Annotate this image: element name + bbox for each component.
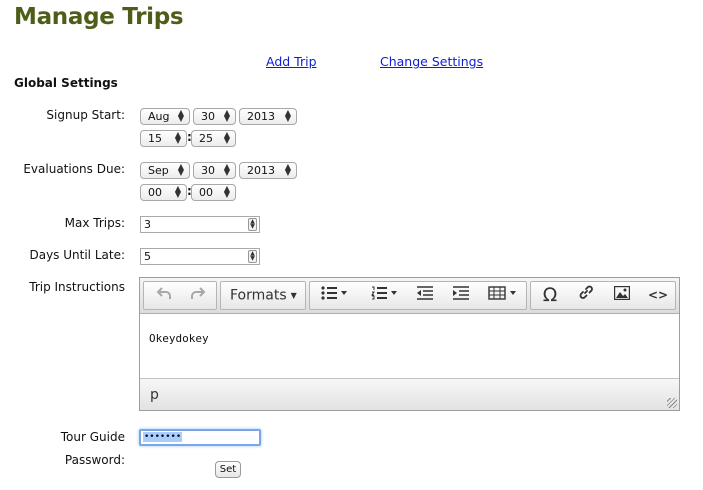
evaluations-due-day-select[interactable]: 30 ▲ ▼ [193, 162, 236, 179]
rich-text-editor[interactable]: Formats ▼ Ω <> Okeydokey p [139, 277, 680, 411]
trip-instructions-label: Trip Instructions [29, 280, 125, 294]
evaluations-due-hour-value: 00 [148, 186, 162, 199]
evaluations-due-label: Evaluations Due: [23, 162, 125, 176]
signup-start-hour-value: 15 [148, 132, 162, 145]
formats-group: Formats ▼ [220, 281, 306, 310]
evaluations-due-minute-value: 00 [199, 186, 213, 199]
special-char-icon[interactable]: Ω [535, 282, 565, 309]
days-until-late-label: Days Until Late: [29, 248, 125, 262]
add-trip-link[interactable]: Add Trip [266, 54, 317, 69]
evaluations-due-year-select[interactable]: 2013 ▲ ▼ [239, 162, 297, 179]
spinner-icon[interactable]: ▲ ▼ [248, 218, 257, 231]
select-arrows-icon: ▲ ▼ [223, 130, 230, 145]
formats-label: Formats [230, 287, 287, 304]
table-icon[interactable] [484, 282, 522, 309]
tour-guide-password-label-line2: Password: [64, 453, 125, 467]
indent-icon[interactable] [448, 282, 474, 309]
editor-content[interactable]: Okeydokey [140, 315, 679, 379]
evaluations-due-day-value: 30 [201, 164, 215, 177]
spinner-icon[interactable]: ▲ ▼ [248, 250, 257, 263]
select-arrows-icon: ▲ ▼ [284, 108, 291, 123]
max-trips-label: Max Trips: [64, 216, 125, 230]
tour-guide-password-input[interactable]: ••••••• [139, 429, 261, 446]
numbered-list-icon[interactable] [366, 282, 402, 309]
editor-toolbar: Formats ▼ Ω <> [140, 278, 679, 314]
signup-start-year-value: 2013 [247, 110, 275, 123]
history-group [143, 281, 217, 310]
list-group [309, 281, 527, 310]
tour-guide-password-label-line1: Tour Guide [60, 430, 125, 444]
evaluations-due-minute-select[interactable]: 00 ▲ ▼ [191, 184, 236, 201]
resize-handle-icon[interactable] [667, 398, 677, 408]
select-arrows-icon: ▲ ▼ [174, 184, 181, 199]
signup-start-label: Signup Start: [46, 108, 125, 122]
select-arrows-icon: ▲ ▼ [223, 162, 230, 177]
evaluations-due-month-select[interactable]: Sep ▲ ▼ [140, 162, 190, 179]
global-settings-heading: Global Settings [14, 76, 118, 90]
link-icon[interactable] [571, 282, 601, 309]
signup-start-hour-select[interactable]: 15 ▲ ▼ [140, 130, 187, 147]
signup-start-minute-value: 25 [199, 132, 213, 145]
signup-start-day-select[interactable]: 30 ▲ ▼ [193, 108, 236, 125]
page-title: Manage Trips [14, 4, 184, 30]
password-masked-value: ••••••• [143, 432, 183, 442]
signup-start-day-value: 30 [201, 110, 215, 123]
formats-dropdown[interactable]: Formats ▼ [230, 282, 297, 309]
redo-icon[interactable] [184, 282, 212, 309]
select-arrows-icon: ▲ ▼ [177, 162, 184, 177]
evaluations-due-hour-select[interactable]: 00 ▲ ▼ [140, 184, 187, 201]
select-arrows-icon: ▲ ▼ [223, 108, 230, 123]
code-icon[interactable]: <> [643, 282, 673, 309]
change-settings-link[interactable]: Change Settings [380, 54, 483, 69]
chevron-down-icon: ▼ [290, 291, 297, 300]
insert-group: Ω <> [530, 281, 676, 310]
element-path[interactable]: p [150, 387, 159, 403]
max-trips-value: 3 [144, 218, 151, 231]
signup-start-year-select[interactable]: 2013 ▲ ▼ [239, 108, 297, 125]
select-arrows-icon: ▲ ▼ [177, 108, 184, 123]
signup-start-minute-select[interactable]: 25 ▲ ▼ [191, 130, 236, 147]
select-arrows-icon: ▲ ▼ [284, 162, 291, 177]
days-until-late-value: 5 [144, 250, 151, 263]
days-until-late-input[interactable]: 5 ▲ ▼ [140, 248, 260, 265]
max-trips-input[interactable]: 3 ▲ ▼ [140, 216, 260, 233]
bullet-list-icon[interactable] [316, 282, 352, 309]
image-icon[interactable] [607, 282, 637, 309]
evaluations-due-month-value: Sep [148, 164, 169, 177]
signup-start-month-select[interactable]: Aug ▲ ▼ [140, 108, 190, 125]
signup-start-month-value: Aug [148, 110, 170, 123]
evaluations-due-year-value: 2013 [247, 164, 275, 177]
editor-statusbar: p [140, 378, 679, 410]
select-arrows-icon: ▲ ▼ [223, 184, 230, 199]
undo-icon[interactable] [150, 282, 178, 309]
select-arrows-icon: ▲ ▼ [174, 130, 181, 145]
outdent-icon[interactable] [412, 282, 438, 309]
set-button[interactable]: Set [215, 461, 241, 478]
